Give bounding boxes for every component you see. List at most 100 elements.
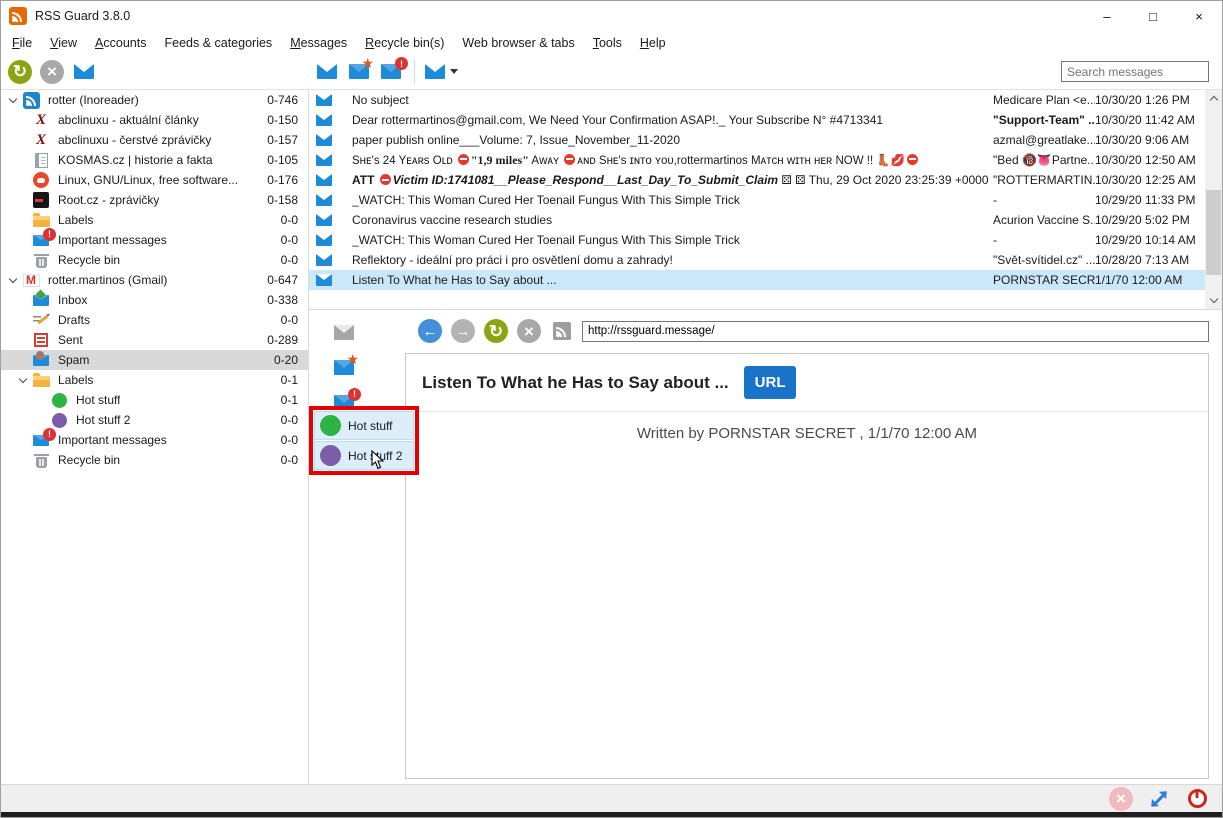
scrollbar-thumb[interactable]	[1206, 190, 1221, 275]
feed-label: KOSMAS.cz | historie a fakta	[58, 153, 213, 167]
mark-all-read-button[interactable]	[71, 58, 97, 86]
mark-read-gray-button[interactable]	[331, 318, 357, 346]
message-row[interactable]: paper publish online___Volume: 7, Issue_…	[309, 130, 1205, 150]
scroll-down-icon[interactable]	[1205, 292, 1222, 309]
mail-row-icon	[316, 234, 332, 246]
feed-item-rotter-martinos-gmail[interactable]: Mrotter.martinos (Gmail)0-647	[1, 270, 308, 290]
message-row[interactable]: Reflektory - ideální pro práci i pro osv…	[309, 250, 1205, 270]
no-entry-icon	[564, 154, 575, 165]
chevron-expanded-icon[interactable]	[5, 279, 21, 282]
feed-item-abclinuxu-aktu-ln-l-nky[interactable]: Xabclinuxu - aktuální články0-150	[1, 110, 308, 130]
close-tab-disabled-icon: ×	[1109, 787, 1133, 811]
menu-messages[interactable]: Messages	[281, 33, 356, 53]
mail-row-icon	[316, 274, 332, 286]
message-row[interactable]: _WATCH: This Woman Cured Her Toenail Fun…	[309, 190, 1205, 210]
mark-important-button[interactable]: ★	[331, 353, 357, 381]
status-bar: ×	[1, 784, 1222, 812]
feed-item-abclinuxu-erstv-zpr-vi-ky[interactable]: Xabclinuxu - čerstvé zprávičky0-157	[1, 130, 308, 150]
menu-accounts[interactable]: Accounts	[86, 33, 155, 53]
preview-rail-toolbar: ★!	[309, 310, 413, 784]
maximize-button[interactable]: □	[1130, 1, 1176, 31]
browser-buttons: ←→↻×	[417, 317, 575, 345]
refresh-all-button[interactable]: ↻	[7, 58, 33, 86]
url-button[interactable]: URL	[744, 366, 797, 399]
feed-item-hot-stuff[interactable]: Hot stuff0-1	[1, 390, 308, 410]
mark-unread-button[interactable]: !	[378, 58, 404, 86]
stop-refresh-button[interactable]: ×	[39, 58, 65, 86]
scroll-up-icon[interactable]	[1205, 90, 1222, 107]
message-row[interactable]: ATT Victim ID:1741081__Please_Respond__L…	[309, 170, 1205, 190]
feed-item-recycle-bin[interactable]: Recycle bin0-0	[1, 250, 308, 270]
mark-read-icon	[317, 64, 337, 79]
message-row[interactable]: Dear rottermartinos@gmail.com, We Need Y…	[309, 110, 1205, 130]
feed-item-rotter-inoreader[interactable]: rotter (Inoreader)0-746	[1, 90, 308, 110]
url-input[interactable]	[582, 321, 1209, 342]
mail-dropdown-button[interactable]	[425, 58, 458, 86]
refresh-all-icon: ↻	[8, 60, 32, 84]
mouse-cursor	[371, 450, 385, 470]
menu-recycle-bin-s[interactable]: Recycle bin(s)	[356, 33, 453, 53]
label-option-hot-stuff-2[interactable]: Hot stuff 2	[314, 441, 414, 470]
message-subject: _WATCH: This Woman Cured Her Toenail Fun…	[352, 193, 993, 207]
inoreader-icon	[23, 92, 40, 109]
chevron-expanded-icon[interactable]	[15, 379, 31, 382]
message-row[interactable]: Listen To What he Has to Say about ...PO…	[309, 270, 1205, 290]
feed-count: 0-0	[281, 413, 308, 427]
feed-label: Important messages	[58, 433, 167, 447]
back-button[interactable]: ←	[417, 317, 443, 345]
feed-item-important-messages[interactable]: !Important messages0-0	[1, 230, 308, 250]
feed-label: Hot stuff 2	[76, 413, 130, 427]
labels-popup-items: Hot stuffHot stuff 2	[313, 411, 415, 470]
message-subject: _WATCH: This Woman Cured Her Toenail Fun…	[352, 233, 993, 247]
label-option-hot-stuff[interactable]: Hot stuff	[314, 411, 414, 440]
feed-item-important-messages[interactable]: !Important messages0-0	[1, 430, 308, 450]
menu-file[interactable]: File	[3, 33, 41, 53]
feed-count: 0-0	[281, 313, 308, 327]
feed-item-labels[interactable]: Labels0-0	[1, 210, 308, 230]
feed-item-sent[interactable]: Sent0-289	[1, 330, 308, 350]
feed-label: rotter (Inoreader)	[48, 93, 139, 107]
message-row[interactable]: Coronavirus vaccine research studiesAcur…	[309, 210, 1205, 230]
mail-row-icon	[316, 254, 332, 266]
feed-item-hot-stuff-2[interactable]: Hot stuff 2 0-0	[1, 410, 308, 430]
rss-doc-button[interactable]	[549, 317, 575, 345]
close-tab-disabled-button[interactable]: ×	[1108, 785, 1134, 813]
mark-important-button[interactable]: ★	[346, 58, 372, 86]
refresh-page-button[interactable]: ↻	[483, 317, 509, 345]
mail-row-icon	[316, 94, 332, 106]
feeds-toolbar: ↻×	[7, 54, 97, 89]
feed-item-linux-gnu-linux-free-software[interactable]: Linux, GNU/Linux, free software...0-176	[1, 170, 308, 190]
mark-read-button[interactable]	[314, 58, 340, 86]
message-list: No subjectMedicare Plan <e...10/30/20 1:…	[309, 90, 1222, 310]
menu-tools[interactable]: Tools	[584, 33, 631, 53]
feed-item-recycle-bin[interactable]: Recycle bin0-0	[1, 450, 308, 470]
fullscreen-button[interactable]	[1146, 785, 1172, 813]
menu-bar: FileViewAccountsFeeds & categoriesMessag…	[1, 31, 1222, 54]
feed-item-kosmas-cz-historie-a-fakta[interactable]: KOSMAS.cz | historie a fakta0-105	[1, 150, 308, 170]
search-input[interactable]	[1061, 61, 1209, 82]
browser-toolbar: ←→↻×	[417, 318, 1209, 344]
message-row[interactable]: Sʜᴇ's 24 Yᴇᴀʀs Oʟᴅ "1,9 miles" Aᴡᴀʏ ᴀɴᴅ …	[309, 150, 1205, 170]
message-sender: azmal@greatlake...	[993, 133, 1095, 147]
minimize-button[interactable]: –	[1084, 1, 1130, 31]
forward-button[interactable]: →	[450, 317, 476, 345]
menu-help[interactable]: Help	[631, 33, 675, 53]
message-sender: "Svět-svítidel.cz" ...	[993, 253, 1095, 267]
feed-item-spam[interactable]: Spam0-20	[1, 350, 308, 370]
message-list-scrollbar[interactable]	[1205, 90, 1222, 309]
feed-count: 0-20	[274, 353, 308, 367]
chevron-expanded-icon[interactable]	[5, 99, 21, 102]
feed-item-labels[interactable]: Labels0-1	[1, 370, 308, 390]
message-row[interactable]: _WATCH: This Woman Cured Her Toenail Fun…	[309, 230, 1205, 250]
feed-item-drafts[interactable]: Drafts0-0	[1, 310, 308, 330]
message-row[interactable]: No subjectMedicare Plan <e...10/30/20 1:…	[309, 90, 1205, 110]
menu-feeds-categories[interactable]: Feeds & categories	[155, 33, 281, 53]
stop-page-button[interactable]: ×	[516, 317, 542, 345]
quit-button[interactable]	[1184, 785, 1210, 813]
menu-view[interactable]: View	[41, 33, 86, 53]
menu-web-browser-tabs[interactable]: Web browser & tabs	[453, 33, 583, 53]
feed-item-inbox[interactable]: Inbox0-338	[1, 290, 308, 310]
feed-item-root-cz-zpr-vi-ky[interactable]: Root.cz - zprávičky0-158	[1, 190, 308, 210]
label-circle-icon	[320, 415, 341, 436]
close-button[interactable]: ×	[1176, 1, 1222, 31]
